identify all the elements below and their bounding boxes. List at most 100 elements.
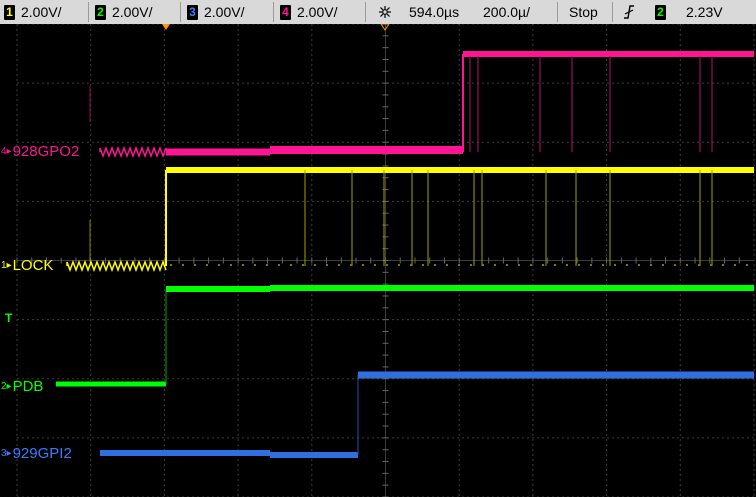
channel-2-scale[interactable]: 2 2.00V/ xyxy=(95,3,152,21)
ch1-oscillation xyxy=(66,259,167,273)
trigger-settings[interactable]: 2 2.23V xyxy=(623,3,723,21)
run-state-value: Stop xyxy=(569,4,598,20)
ch1-reference-dot xyxy=(734,264,736,266)
ch1-reference-dot xyxy=(566,264,568,266)
trigger-level-value: 2.23V xyxy=(686,4,723,20)
ch1-reference-dot xyxy=(686,264,688,266)
trace-label-text: PDB xyxy=(12,378,44,395)
ch1-reference-dot xyxy=(410,264,412,266)
status-bar: 1 2.00V/ 2 2.00V/ 3 2.00V/ 4 2.00V/ 594.… xyxy=(0,0,756,24)
ch1-reference-dot xyxy=(554,264,556,266)
channel-2-scale-value: 2.00V/ xyxy=(112,4,153,20)
ch4-high-level xyxy=(463,51,754,57)
channel-3-scale[interactable]: 3 2.00V/ xyxy=(187,3,244,21)
rising-edge-icon xyxy=(623,4,635,20)
horizontal-settings[interactable]: 594.0µs xyxy=(375,3,459,21)
ch1-reference-dot xyxy=(182,264,184,266)
ch1-reference-dot xyxy=(602,264,604,266)
ch1-reference-dot xyxy=(254,264,256,266)
ch1-reference-dot xyxy=(290,264,292,266)
trace-label-text: 928GPO2 xyxy=(12,143,80,160)
ch1-reference-dot xyxy=(626,264,628,266)
ch1-reference-dot xyxy=(362,264,364,266)
run-state[interactable]: Stop xyxy=(569,3,598,21)
waveforms xyxy=(56,51,754,458)
timebase[interactable]: 200.0µ/ xyxy=(483,3,530,21)
ch1-reference-dot xyxy=(458,264,460,266)
ch1-reference-dot xyxy=(194,264,196,266)
ch1-reference-dot xyxy=(302,264,304,266)
ch1-reference-dot xyxy=(530,264,532,266)
ch1-reference-dot xyxy=(374,264,376,266)
horizontal-position-value: 594.0µs xyxy=(409,4,460,20)
ch1-reference-dot xyxy=(422,264,424,266)
ch1-reference-dot xyxy=(338,264,340,266)
channel-4-scale[interactable]: 4 2.00V/ xyxy=(280,3,337,21)
trace-label-lock[interactable]: 1▸ LOCK xyxy=(1,257,53,274)
ch3-low-level xyxy=(270,452,358,458)
ch4-oscillation xyxy=(99,145,167,159)
trace-label-text: 929GPI2 xyxy=(12,445,72,462)
ch2-high-level xyxy=(166,286,270,292)
ch1-high-level xyxy=(166,167,754,173)
ch1-reference-dot xyxy=(398,264,400,266)
ch1-reference-dot xyxy=(698,264,700,266)
trace-label-text: LOCK xyxy=(12,257,54,274)
channel-1-ground-marker-icon: 1▸ xyxy=(1,260,12,271)
ch1-reference-dot xyxy=(266,264,268,266)
ch1-reference-dot xyxy=(230,264,232,266)
position-markers xyxy=(162,24,390,31)
channel-2-badge: 2 xyxy=(95,4,106,20)
ch1-reference-dot xyxy=(386,264,388,266)
trace-label-928gpo2[interactable]: 4▸ 928GPO2 xyxy=(1,143,79,160)
trigger-marker-text: T xyxy=(5,311,13,325)
channel-4-ground-marker-icon: 4▸ xyxy=(1,146,12,157)
timebase-value: 200.0µ/ xyxy=(483,4,530,20)
ch1-reference-dot xyxy=(650,264,652,266)
ch1-reference-dot xyxy=(206,264,208,266)
ch1-reference-dot xyxy=(218,264,220,266)
ch4-low-level xyxy=(270,146,463,154)
ch1-reference-dot xyxy=(278,264,280,266)
channel-3-badge: 3 xyxy=(187,4,198,20)
ch1-reference-dot xyxy=(506,264,508,266)
ch1-reference-dot xyxy=(722,264,724,266)
ch1-reference-dot xyxy=(326,264,328,266)
ch2-high-level xyxy=(270,285,754,291)
ch1-reference-dot xyxy=(470,264,472,266)
trace-label-pdb[interactable]: 2▸ PDB xyxy=(1,378,43,395)
ch1-reference-dot xyxy=(578,264,580,266)
ch1-reference-dot xyxy=(446,264,448,266)
ch1-reference-dot xyxy=(518,264,520,266)
ch1-reference-dot xyxy=(746,264,748,266)
ch1-reference-dot xyxy=(482,264,484,266)
ch1-reference-dot xyxy=(494,264,496,266)
ch1-reference-dot xyxy=(542,264,544,266)
channel-3-ground-marker-icon: 3▸ xyxy=(1,448,12,459)
ch2-low-level xyxy=(56,381,166,387)
channel-1-badge: 1 xyxy=(4,4,15,20)
ch1-reference-dot xyxy=(638,264,640,266)
ch4-low-level xyxy=(166,148,270,156)
graticule xyxy=(16,24,755,497)
ch1-reference-dot xyxy=(350,264,352,266)
ch1-reference-dot xyxy=(614,264,616,266)
trigger-channel-badge: 2 xyxy=(655,4,666,20)
trigger-position-marker xyxy=(162,24,170,30)
channel-1-scale[interactable]: 1 2.00V/ xyxy=(4,3,61,21)
ch1-reference-dot xyxy=(242,264,244,266)
channel-3-scale-value: 2.00V/ xyxy=(204,4,245,20)
ch1-reference-dot xyxy=(662,264,664,266)
trigger-level-marker[interactable]: T xyxy=(5,311,12,325)
horizontal-position-icon xyxy=(375,3,395,21)
ch3-high-level xyxy=(358,371,754,379)
ch1-reference-dot xyxy=(434,264,436,266)
waveform-display[interactable] xyxy=(0,24,756,497)
ch1-reference-dot xyxy=(314,264,316,266)
ch1-reference-dot xyxy=(674,264,676,266)
trace-label-929gpi2[interactable]: 3▸ 929GPI2 xyxy=(1,445,72,462)
ch1-reference-dot xyxy=(170,264,172,266)
ch1-reference-dot xyxy=(590,264,592,266)
channel-2-ground-marker-icon: 2▸ xyxy=(1,381,12,392)
ch1-reference-dot xyxy=(710,264,712,266)
